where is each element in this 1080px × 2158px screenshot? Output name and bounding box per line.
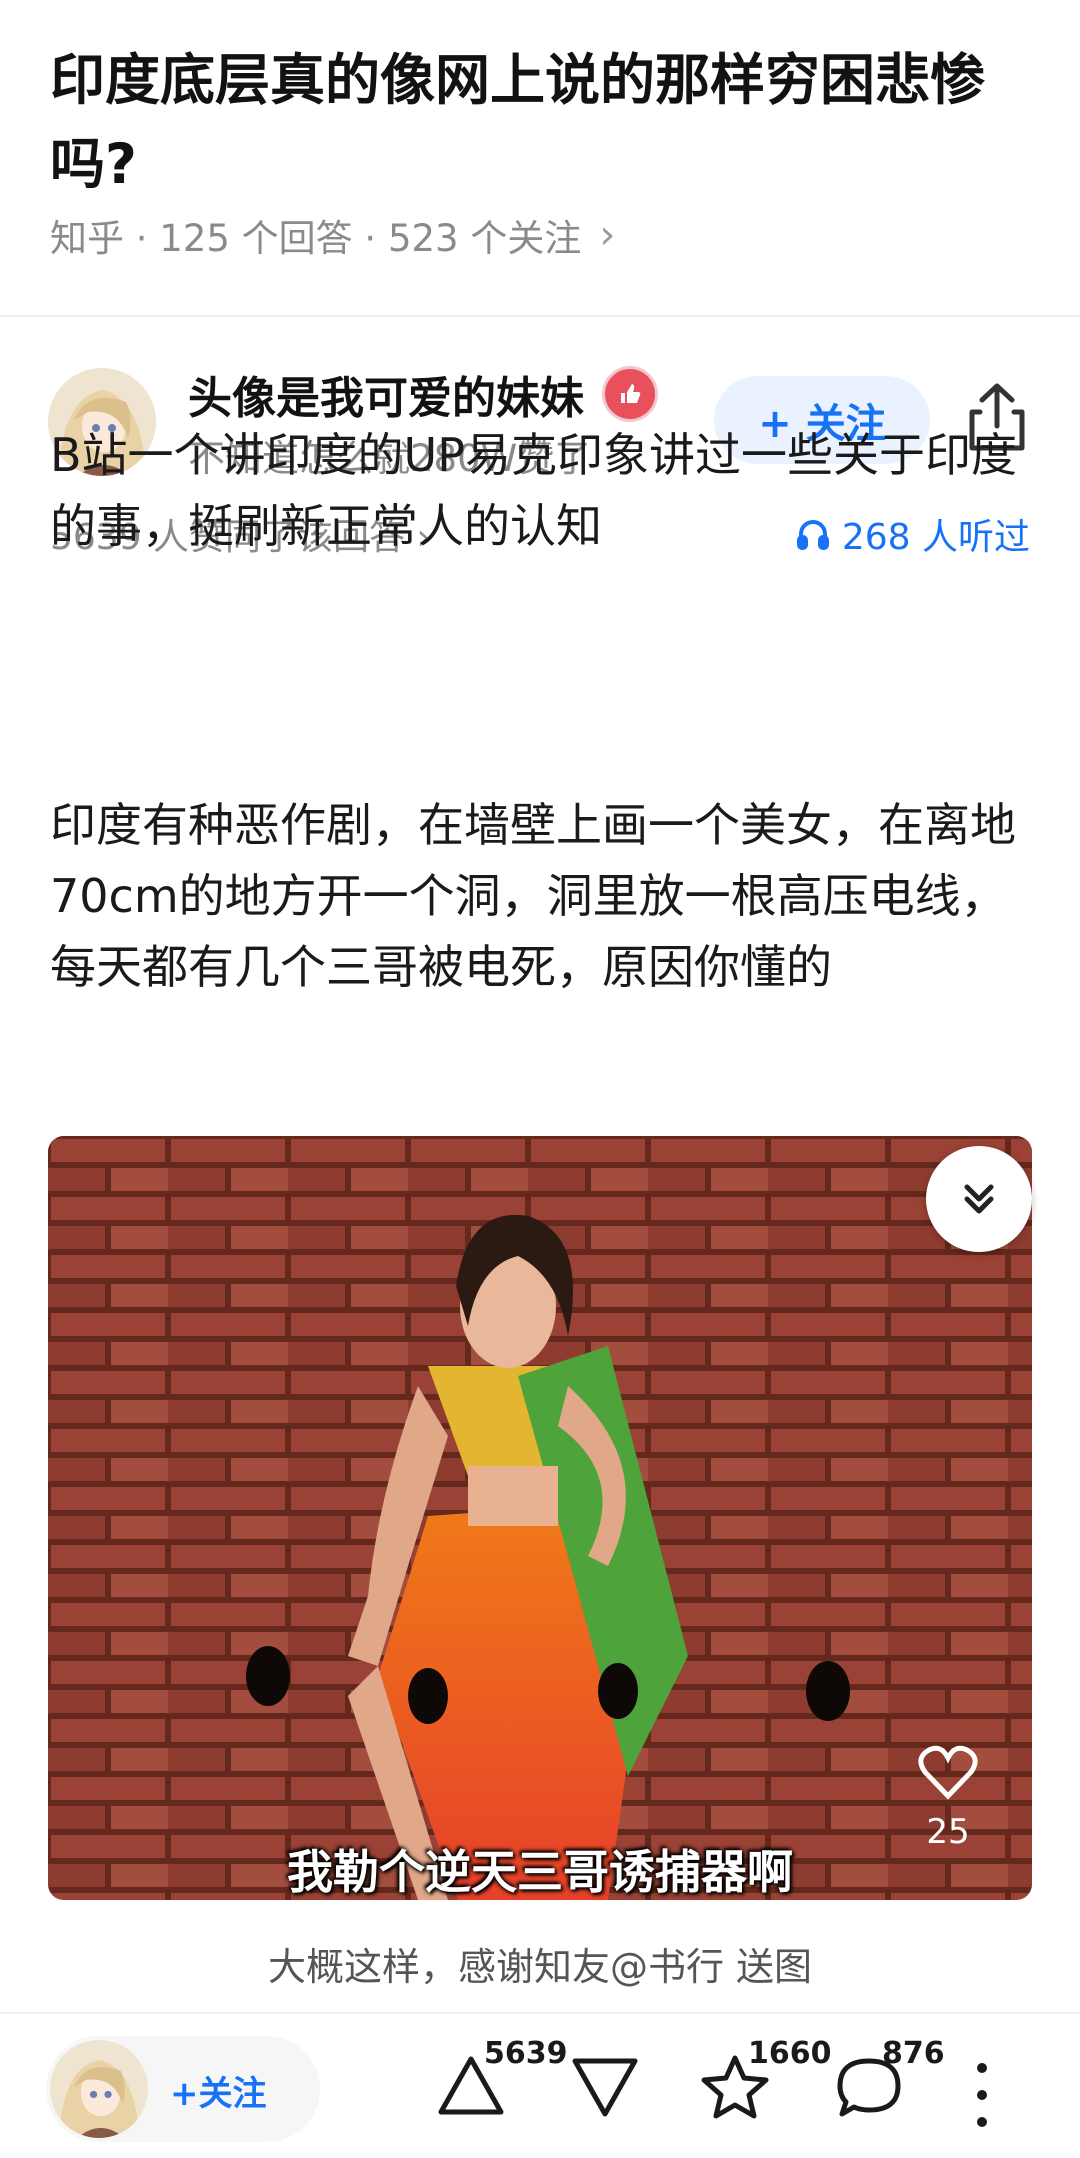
answer-paragraph: 印度有种恶作剧，在墙壁上画一个美女，在离地70cm的地方开一个洞，洞里放一根高压… bbox=[50, 798, 1016, 994]
more-button[interactable] bbox=[972, 2060, 992, 2134]
image-subtitle: 我勒个逆天三哥诱捕器啊 bbox=[287, 1845, 793, 1899]
question-meta[interactable]: 知乎 · 125 个回答 · 523 个关注 › bbox=[50, 208, 615, 262]
comment-count: 876 bbox=[882, 2036, 945, 2071]
upvote-count: 5639 bbox=[484, 2036, 568, 2071]
more-icon bbox=[977, 2063, 987, 2127]
collapse-button[interactable] bbox=[926, 1146, 1032, 1252]
downvote-button[interactable] bbox=[570, 2056, 640, 2122]
favorite-count: 1660 bbox=[748, 2036, 832, 2071]
bottom-avatar[interactable] bbox=[50, 2040, 148, 2138]
downvote-icon bbox=[572, 2058, 638, 2117]
bottom-follow-label: +关注 bbox=[170, 2074, 267, 2114]
divider bbox=[0, 315, 1080, 317]
author-name-row[interactable]: 头像是我可爱的妹妹 bbox=[188, 362, 658, 426]
answer-paragraph: B站一个讲印度的UP易克印象讲过一些关于印度的事，挺刷新正常人的认知 bbox=[50, 428, 1017, 553]
heart-icon bbox=[918, 1745, 978, 1800]
collapse-chevron-icon bbox=[964, 1184, 994, 1214]
answer-page: 印度底层真的像网上说的那样穷困悲惨吗? 知乎 · 125 个回答 · 523 个… bbox=[0, 0, 1080, 2158]
question-meta-text: 知乎 · 125 个回答 · 523 个关注 bbox=[50, 217, 582, 260]
divider bbox=[0, 2012, 1080, 2014]
question-title[interactable]: 印度底层真的像网上说的那样穷困悲惨吗? bbox=[50, 38, 1030, 206]
chevron-right-icon: › bbox=[599, 212, 616, 258]
answer-image[interactable] bbox=[48, 1136, 1032, 1900]
image-caption: 大概这样，感谢知友@书行 送图 bbox=[267, 1945, 813, 1989]
verified-badge-icon bbox=[602, 366, 658, 422]
author-name: 头像是我可爱的妹妹 bbox=[188, 373, 584, 424]
